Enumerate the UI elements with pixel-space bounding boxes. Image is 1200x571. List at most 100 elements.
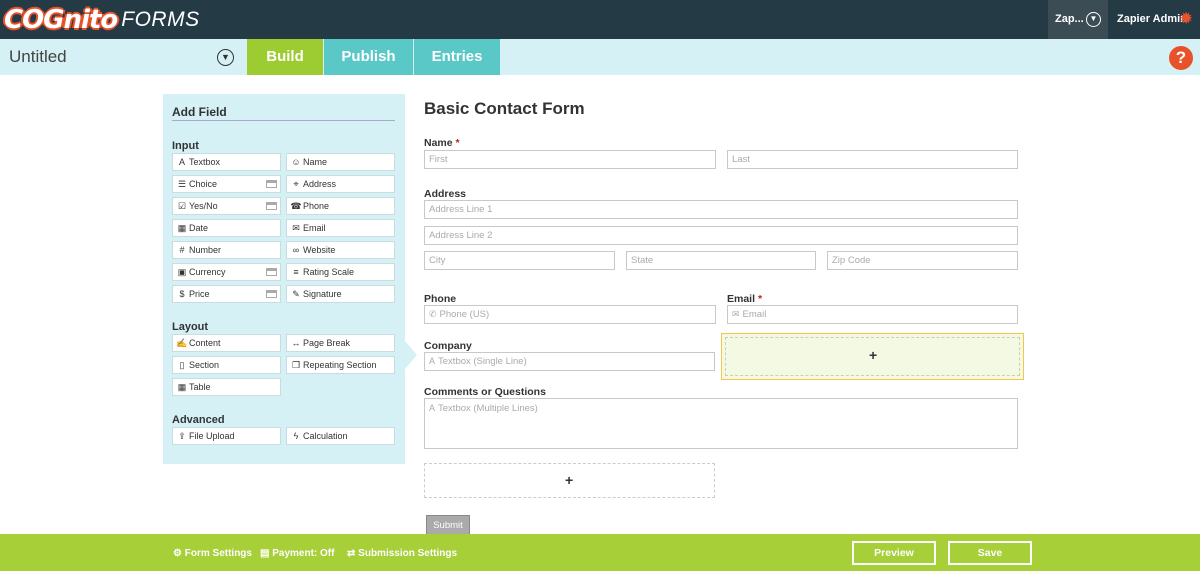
field-type-label: Signature (303, 289, 342, 299)
submission-settings-link[interactable]: ⇄ Submission Settings (347, 548, 457, 559)
field-type-label: Page Break (303, 338, 351, 348)
email-field[interactable]: ✉ Email (727, 305, 1018, 324)
logo-suffix-text: FORMS (121, 8, 200, 31)
add-field-choice[interactable]: ☰ Choice (172, 175, 281, 193)
add-field-textbox[interactable]: A Textbox (172, 153, 281, 171)
gear-icon[interactable]: ✹ (1179, 9, 1193, 29)
plus-icon[interactable]: + (565, 472, 573, 488)
add-field-yes-no[interactable]: ☑ Yes/No (172, 197, 281, 215)
comments-label[interactable]: Comments or Questions (424, 386, 546, 398)
first-name-field[interactable]: First (424, 150, 716, 169)
cognito-forms-logo[interactable]: COGnito FORMS (4, 5, 200, 35)
chevron-down-icon[interactable]: ▼ (1086, 12, 1101, 27)
company-field[interactable]: A Textbox (Single Line) (424, 352, 715, 371)
company-label[interactable]: Company (424, 340, 472, 352)
submit-button[interactable]: Submit (426, 515, 470, 536)
preview-button[interactable]: Preview (852, 541, 936, 565)
money-icon: ▣ (177, 267, 187, 277)
add-field-content[interactable]: ✍Content (172, 334, 281, 352)
address-label[interactable]: Address (424, 188, 466, 200)
smiley-icon: ☺ (291, 157, 301, 167)
copy-icon: ❐ (291, 360, 301, 370)
city-field[interactable]: City (424, 251, 615, 270)
field-type-label: Choice (189, 179, 218, 189)
add-field-date[interactable]: ▦ Date (172, 219, 281, 237)
logo-main-text: COGnito (4, 5, 118, 35)
add-field-title: Add Field (172, 105, 227, 119)
phone-label[interactable]: Phone (424, 293, 456, 305)
text-A-icon: A (429, 403, 436, 413)
user-menu[interactable]: Zapier Admin (1117, 13, 1187, 25)
add-field-section[interactable]: ▯ Section (172, 356, 281, 374)
add-field-phone[interactable]: ☎Phone (286, 197, 395, 215)
tab-build[interactable]: Build (247, 39, 323, 75)
add-field-email[interactable]: ✉ Email (286, 219, 395, 237)
dollar-icon: $ (179, 289, 185, 299)
account-label: Zap... (1055, 13, 1084, 25)
credit-card-icon (266, 202, 277, 210)
add-field-repeating-section[interactable]: ❐ Repeating Section (286, 356, 395, 374)
field-type-label: Repeating Section (303, 360, 377, 370)
add-field-address[interactable]: ⌖ Address (286, 175, 395, 193)
divider (172, 120, 395, 121)
hash-icon: # (179, 245, 185, 255)
form-title[interactable]: Untitled (9, 47, 67, 67)
save-button[interactable]: Save (948, 541, 1032, 565)
email-label[interactable]: Email * (727, 293, 762, 305)
account-menu[interactable]: Zap... ▼ (1048, 0, 1108, 39)
add-field-rating-scale[interactable]: ≡ Rating Scale (286, 263, 395, 281)
add-field-signature[interactable]: ✎ Signature (286, 285, 395, 303)
plus-icon[interactable]: + (869, 347, 877, 363)
comments-field[interactable]: A Textbox (Multiple Lines) (424, 398, 1018, 449)
credit-card-icon (266, 268, 277, 276)
state-field[interactable]: State (626, 251, 816, 270)
chevron-down-icon[interactable]: ▼ (217, 49, 234, 66)
field-type-label: Phone (303, 201, 330, 211)
section-title-input: Input (172, 140, 199, 152)
calendar-icon: ▦ (177, 223, 187, 233)
form-settings-link[interactable]: ⚙ Form Settings (173, 548, 252, 559)
help-icon[interactable]: ? (1169, 46, 1193, 70)
add-field-currency[interactable]: ▣ Currency (172, 263, 281, 281)
bolt-icon: ϟ (293, 431, 299, 441)
last-name-field[interactable]: Last (727, 150, 1018, 169)
field-type-label: Address (303, 179, 337, 189)
field-type-label: Content (189, 338, 221, 348)
tab-publish[interactable]: Publish (324, 39, 413, 75)
form-heading[interactable]: Basic Contact Form (424, 99, 585, 119)
add-field-panel: Add Field Input A Textbox ☺ Name ☰ Choice ⌖ Add… (163, 94, 405, 464)
pen-icon: ✎ (292, 289, 300, 299)
add-row-dropzone[interactable]: + (424, 463, 715, 498)
add-field-dropzone[interactable]: + (721, 333, 1024, 380)
add-field-website[interactable]: ∞ Website (286, 241, 395, 259)
add-field-name[interactable]: ☺ Name (286, 153, 395, 171)
add-field-file-upload[interactable]: ⇪ File Upload (172, 427, 281, 445)
add-field-table[interactable]: ▦ Table (172, 378, 281, 396)
link-icon: ∞ (292, 245, 300, 255)
credit-card-icon: ▤ (260, 548, 270, 559)
gear-icon: ⚙ (173, 548, 182, 559)
phone-icon: ✆ (429, 309, 437, 319)
add-field-calculation[interactable]: ϟ Calculation (286, 427, 395, 445)
add-field-page-break[interactable]: ↔ Page Break (286, 334, 395, 352)
section-title-layout: Layout (172, 321, 209, 333)
zip-code-field[interactable]: Zip Code (827, 251, 1018, 270)
payment-link[interactable]: ▤ Payment: Off (260, 548, 334, 559)
phone-field[interactable]: ✆ Phone (US) (424, 305, 716, 324)
field-type-label: Table (189, 382, 211, 392)
tab-entries[interactable]: Entries (414, 39, 500, 75)
upload-icon: ⇪ (178, 431, 186, 441)
top-bar: COGnito FORMS Zap... ▼ Zapier Admin ✹ (0, 0, 1200, 39)
shuffle-icon: ⇄ (347, 548, 356, 559)
add-field-number[interactable]: # Number (172, 241, 281, 259)
text-A-icon: A (178, 157, 185, 167)
address-line1-field[interactable]: Address Line 1 (424, 200, 1018, 219)
edit-icon: ✍ (176, 338, 188, 348)
panel-pointer (405, 341, 417, 369)
credit-card-icon (266, 290, 277, 298)
name-label[interactable]: Name * (424, 137, 460, 149)
table-icon: ▦ (177, 382, 187, 392)
form-toolbar: Untitled ▼ Build Publish Entries ? (0, 39, 1200, 75)
add-field-price[interactable]: $ Price (172, 285, 281, 303)
address-line2-field[interactable]: Address Line 2 (424, 226, 1018, 245)
